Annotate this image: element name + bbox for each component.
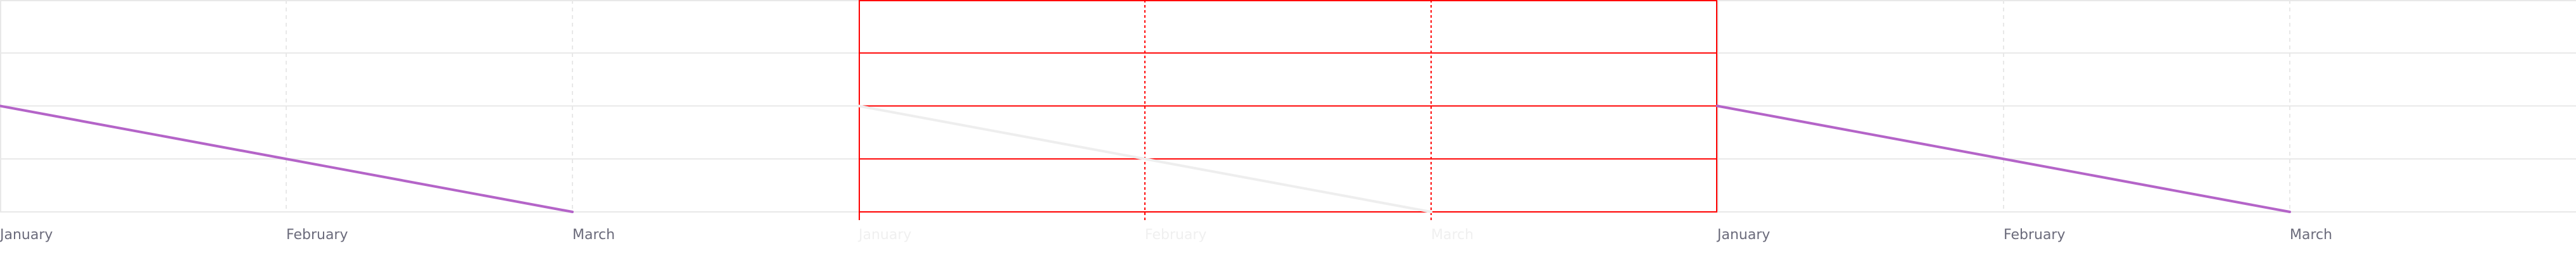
chart-strip: January February March January February March… — [0, 0, 2576, 243]
chart-panel-1: January February March — [0, 0, 859, 243]
x-tick-label-3: March — [2290, 227, 2332, 243]
x-tick-label-2: February — [2004, 227, 2066, 243]
x-tick-label-2: February — [286, 227, 348, 243]
chart-panel-3: January February March — [1716, 0, 2576, 243]
x-tick-label-3: March — [572, 227, 615, 243]
x-tick-label-1: January — [1716, 227, 1770, 243]
x-tick-label-1: January — [0, 227, 53, 243]
chart-panel-2: January February March — [857, 0, 1717, 243]
x-tick-label-2: February — [1145, 227, 1207, 243]
x-tick-label-3: March — [1431, 227, 1474, 243]
x-tick-label-1: January — [857, 227, 911, 243]
